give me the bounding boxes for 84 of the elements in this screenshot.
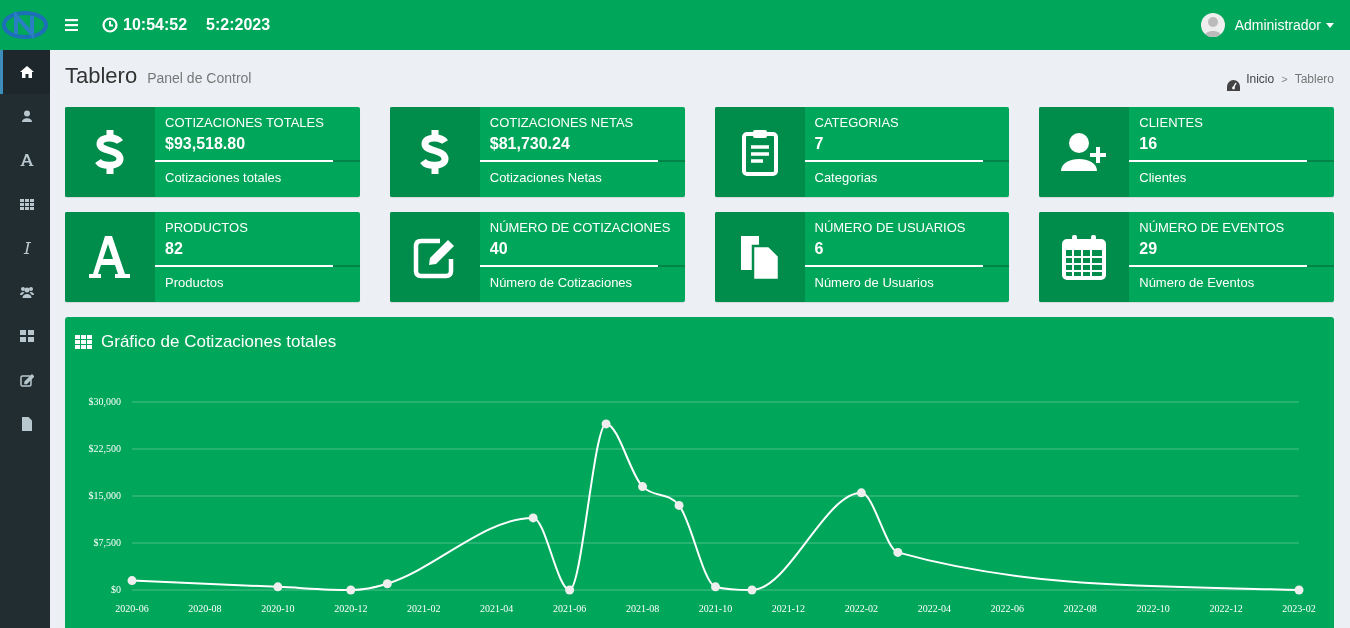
x-axis-label: 2020-10 — [261, 603, 295, 614]
grid-icon — [19, 197, 34, 211]
x-axis-label: 2022-06 — [990, 603, 1024, 614]
breadcrumb-link[interactable]: Tablero — [1294, 72, 1334, 86]
user-icon — [19, 109, 34, 123]
stat-value: 40 — [488, 239, 509, 258]
tiles-icon — [19, 329, 34, 343]
x-axis-label: 2021-02 — [407, 603, 441, 614]
x-axis-label: 2020-12 — [334, 603, 368, 614]
x-axis-label: 2022-10 — [1136, 603, 1170, 614]
breadcrumb-link[interactable]: Inicio — [1246, 72, 1275, 86]
clock-time: 10:54:52 — [123, 16, 188, 34]
data-point — [382, 579, 392, 589]
stat-description: Número de Cotizaciones — [488, 275, 634, 290]
x-axis-label: 2021-04 — [480, 603, 514, 614]
x-axis-label: 2020-06 — [115, 603, 149, 614]
data-point — [711, 582, 720, 592]
stat-value: 82 — [164, 239, 184, 258]
y-axis-label: $0 — [111, 584, 121, 595]
font-icon — [19, 153, 34, 167]
y-axis-label: $7,500 — [93, 537, 121, 548]
x-axis-label: 2022-04 — [917, 603, 951, 614]
user-menu[interactable]: Administrador — [1234, 17, 1321, 33]
data-point — [674, 500, 684, 510]
file-icon — [19, 417, 34, 431]
chart-title: Gráfico de Cotizaciones totales — [101, 332, 337, 352]
stat-title: NÚMERO DE EVENTOS — [1138, 220, 1286, 235]
edit-icon — [19, 373, 34, 387]
stat-description: Número de Usuarios — [813, 275, 935, 290]
stat-value: $93,518.80 — [164, 134, 247, 153]
x-axis-label: 2020-08 — [188, 603, 222, 614]
stat-value: 29 — [1138, 239, 1159, 258]
x-axis-label: 2022-02 — [844, 603, 879, 614]
y-axis-label: $15,000 — [88, 490, 121, 501]
menu-icon[interactable] — [65, 19, 78, 31]
clock-icon — [102, 17, 118, 33]
breadcrumb-separator: > — [1281, 73, 1288, 85]
x-axis-label: 2021-06 — [552, 603, 587, 614]
stat-description: Cotizaciones totales — [164, 170, 283, 185]
data-point — [273, 582, 283, 592]
data-point — [528, 513, 538, 523]
x-axis-label: 2023-02 — [1282, 603, 1316, 614]
caret-icon[interactable] — [1326, 22, 1334, 28]
stat-value: 6 — [813, 239, 825, 258]
stat-title: CLIENTES — [1138, 115, 1204, 130]
x-axis-label: 2021-08 — [625, 603, 660, 614]
stat-description: Clientes — [1138, 170, 1188, 185]
y-axis-label: $30,000 — [88, 396, 121, 407]
stat-title: COTIZACIONES NETAS — [488, 115, 635, 130]
sidebar-item[interactable] — [0, 50, 50, 94]
y-axis-label: $22,500 — [88, 443, 121, 454]
stat-value: 7 — [813, 134, 825, 153]
stat-description: Número de Eventos — [1138, 275, 1256, 290]
page-subtitle: Panel de Control — [147, 70, 252, 86]
stat-description: Cotizaciones Netas — [488, 170, 603, 185]
stat-title: NÚMERO DE COTIZACIONES — [488, 220, 672, 235]
stat-value: $81,730.24 — [488, 134, 571, 153]
current-date: 5:2:2023 — [206, 16, 271, 34]
stat-description: Productos — [164, 275, 225, 290]
data-point — [893, 547, 903, 557]
avatar-circle — [1200, 13, 1225, 37]
data-point — [747, 585, 757, 595]
data-point — [1294, 585, 1304, 595]
x-axis-label: 2022-08 — [1063, 603, 1097, 614]
stat-title: PRODUCTOS — [164, 220, 249, 235]
data-point — [638, 482, 648, 492]
users-icon — [19, 285, 34, 299]
stat-value: 16 — [1138, 134, 1159, 153]
stat-title: COTIZACIONES TOTALES — [164, 115, 325, 130]
home-icon — [19, 65, 34, 79]
data-point — [346, 585, 356, 595]
x-axis-label: 2021-12 — [771, 603, 806, 614]
data-point — [565, 585, 575, 595]
data-point — [601, 419, 611, 429]
grid-icon — [75, 335, 92, 349]
stat-description: Categorias — [813, 170, 879, 185]
data-point — [856, 488, 866, 498]
x-axis-label: 2021-10 — [698, 603, 733, 614]
stat-title: CATEGORIAS — [813, 115, 900, 130]
stat-title: NÚMERO DE USUARIOS — [813, 220, 967, 235]
page-title: Tablero — [65, 63, 138, 89]
data-point — [127, 576, 137, 586]
x-axis-label: 2022-12 — [1209, 603, 1243, 614]
dashboard-icon — [1227, 79, 1241, 91]
